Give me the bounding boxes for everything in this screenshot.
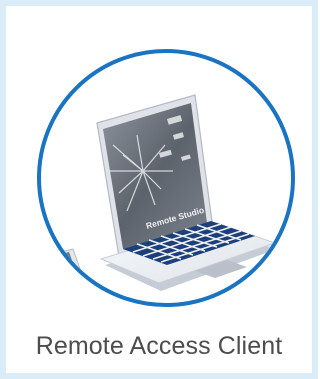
- laptop-remote-access-icon: Remote Studio: [41, 94, 277, 291]
- remote-access-client-tile[interactable]: Remote Studio Remote Access Client: [0, 0, 318, 379]
- tile-label: Remote Access Client: [35, 332, 283, 360]
- phone-icon: [41, 248, 84, 290]
- laptop-icon-circle: Remote Studio: [37, 49, 295, 307]
